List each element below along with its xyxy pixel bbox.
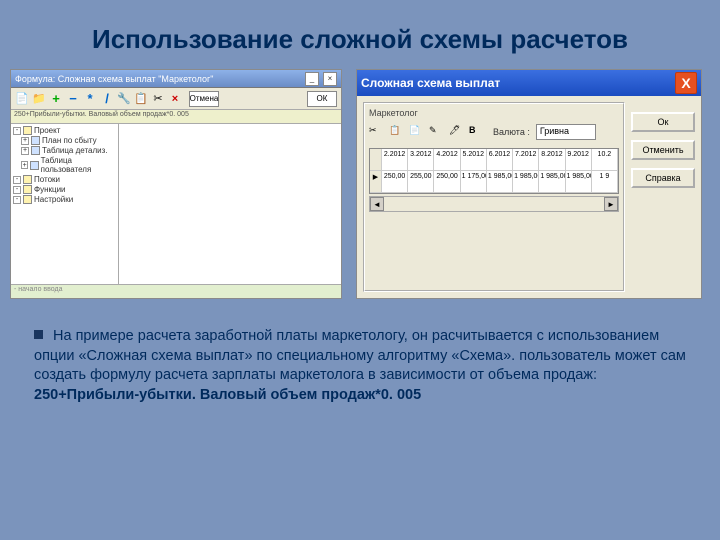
scheme-body: Маркетолог ✂ 📋 📄 ✎ 🖊 B Валюта : Гривна 2… — [357, 96, 701, 298]
button-column: Ок Отменить Справка — [631, 102, 695, 292]
divide-icon[interactable]: / — [100, 92, 114, 106]
grid-cell[interactable]: ▶ — [370, 171, 382, 193]
formula-toolbar: 📄 📁 + − * / 🔧 📋 ✂ × Отмена ОК — [11, 88, 341, 110]
tree-label: План по сбыту — [42, 136, 97, 145]
tool-icon[interactable]: 📄 — [15, 92, 29, 106]
scheme-panel: Маркетолог ✂ 📋 📄 ✎ 🖊 B Валюта : Гривна 2… — [363, 102, 625, 292]
content-area[interactable] — [119, 124, 341, 284]
grid-cell[interactable]: 1 985,00 — [539, 171, 565, 193]
screenshots-row: Формула: Сложная схема выплат "Маркетоло… — [0, 69, 720, 299]
help-button[interactable]: Справка — [631, 168, 695, 188]
tool-icon[interactable]: 📁 — [32, 92, 46, 106]
grid-header[interactable]: 2.2012 — [382, 149, 408, 171]
grid-cell[interactable]: 250,00 — [382, 171, 408, 193]
tree-node[interactable]: +План по сбыту — [13, 136, 116, 145]
formula-window: Формула: Сложная схема выплат "Маркетоло… — [10, 69, 342, 299]
edit-icon[interactable]: ✎ — [429, 125, 443, 139]
bold-icon[interactable]: B — [469, 125, 483, 139]
grid-cell[interactable]: 1 985,00 — [487, 171, 513, 193]
scheme-titlebar: Сложная схема выплат X — [357, 70, 701, 96]
paste-icon[interactable]: 📄 — [409, 125, 423, 139]
grid-cell[interactable]: 250,00 — [434, 171, 460, 193]
close-button[interactable]: × — [323, 72, 337, 86]
grid-cell[interactable]: 255,00 — [408, 171, 434, 193]
tool-icon[interactable]: 🔧 — [117, 92, 131, 106]
grid-header-row: 2.2012 3.2012 4.2012 5.2012 6.2012 7.201… — [370, 149, 618, 171]
tree-node[interactable]: +Таблица детализ. — [13, 146, 116, 155]
grid-header[interactable]: 6.2012 — [487, 149, 513, 171]
multiply-icon[interactable]: * — [83, 92, 97, 106]
grid-header[interactable]: 7.2012 — [513, 149, 539, 171]
cancel-button[interactable]: Отмена — [189, 91, 219, 107]
tool-icon[interactable]: ✂ — [151, 92, 165, 106]
plus-icon[interactable]: + — [49, 92, 63, 106]
tree-label: Потоки — [34, 175, 60, 184]
copy-icon[interactable]: 📋 — [389, 125, 403, 139]
grid-header[interactable] — [370, 149, 382, 171]
minimize-button[interactable]: _ — [305, 72, 319, 86]
bullet-icon — [34, 330, 43, 339]
grid-cell[interactable]: 1 985,00 — [513, 171, 539, 193]
ok-button[interactable]: Ок — [631, 112, 695, 132]
cancel-button[interactable]: Отменить — [631, 140, 695, 160]
grid-header[interactable]: 8.2012 — [539, 149, 565, 171]
grid-header[interactable]: 4.2012 — [434, 149, 460, 171]
minus-icon[interactable]: − — [66, 92, 80, 106]
description-text: На примере расчета заработной платы марк… — [0, 299, 720, 405]
cancel-icon[interactable]: × — [168, 92, 182, 106]
tree-label: Функции — [34, 185, 66, 194]
tool-icon[interactable]: 📋 — [134, 92, 148, 106]
tree-node[interactable]: -Проект — [13, 126, 116, 135]
description-body: На примере расчета заработной платы марк… — [34, 328, 686, 383]
scheme-title: Сложная схема выплат — [361, 76, 675, 90]
tree-node[interactable]: +Таблица пользователя — [13, 156, 116, 174]
currency-select[interactable]: Гривна — [536, 124, 596, 140]
cut-icon[interactable]: ✂ — [369, 125, 383, 139]
horizontal-scrollbar[interactable]: ◄ ► — [369, 196, 619, 212]
icon-toolbar: ✂ 📋 📄 ✎ 🖊 B Валюта : Гривна — [369, 124, 619, 140]
tree-panel: -Проект +План по сбыту +Таблица детализ.… — [11, 124, 119, 284]
formula-title: Формула: Сложная схема выплат "Маркетоло… — [15, 74, 301, 84]
grid-header[interactable]: 9.2012 — [566, 149, 592, 171]
tree-node[interactable]: -Потоки — [13, 175, 116, 184]
role-label: Маркетолог — [369, 108, 619, 118]
grid-cell[interactable]: 1 9 — [592, 171, 618, 193]
scheme-window: Сложная схема выплат X Маркетолог ✂ 📋 📄 … — [356, 69, 702, 299]
tree-label: Проект — [34, 126, 60, 135]
slide-title: Использование сложной схемы расчетов — [0, 0, 720, 69]
tree-label: Таблица пользователя — [41, 156, 116, 174]
grid-header[interactable]: 3.2012 — [408, 149, 434, 171]
status-bar: - начало ввода — [11, 284, 341, 298]
grid-data-row: ▶ 250,00 255,00 250,00 1 175,00 1 985,00… — [370, 171, 618, 193]
tree-node[interactable]: -Функции — [13, 185, 116, 194]
scroll-left-button[interactable]: ◄ — [370, 197, 384, 211]
grid-header[interactable]: 5.2012 — [461, 149, 487, 171]
close-button[interactable]: X — [675, 72, 697, 94]
ok-button[interactable]: ОК — [307, 91, 337, 107]
grid-cell[interactable]: 1 175,00 — [461, 171, 487, 193]
data-grid[interactable]: 2.2012 3.2012 4.2012 5.2012 6.2012 7.201… — [369, 148, 619, 194]
formula-body: -Проект +План по сбыту +Таблица детализ.… — [11, 124, 341, 284]
formula-titlebar: Формула: Сложная схема выплат "Маркетоло… — [11, 70, 341, 88]
scroll-right-button[interactable]: ► — [604, 197, 618, 211]
grid-header[interactable]: 10.2 — [592, 149, 618, 171]
grid-cell[interactable]: 1 985,00 — [566, 171, 592, 193]
tree-node[interactable]: -Настройки — [13, 195, 116, 204]
pencil-icon[interactable]: 🖊 — [449, 125, 463, 139]
formula-input[interactable]: 250+Прибыли-убытки. Валовый объем продаж… — [11, 110, 341, 124]
currency-label: Валюта : — [493, 127, 530, 137]
formula-text: 250+Прибыли-убытки. Валовый объем продаж… — [34, 387, 421, 403]
tree-label: Таблица детализ. — [42, 146, 108, 155]
tree-label: Настройки — [34, 195, 73, 204]
